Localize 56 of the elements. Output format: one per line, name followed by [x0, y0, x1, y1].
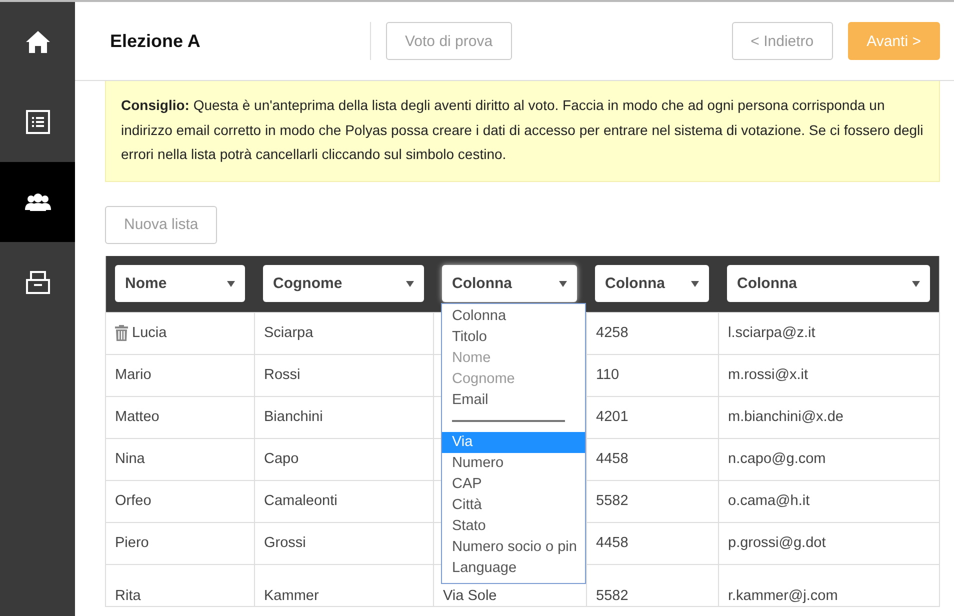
- table-cell: p.grossi@g.dot: [728, 535, 826, 551]
- dropdown-option[interactable]: Città: [442, 494, 585, 516]
- column-select[interactable]: Cognome: [263, 265, 424, 302]
- sidebar-item[interactable]: [0, 162, 75, 242]
- table-cell: m.rossi@x.it: [728, 367, 808, 383]
- list-icon: [26, 110, 50, 134]
- page-title: Elezione A: [110, 30, 202, 52]
- dropdown-option[interactable]: Numero: [442, 452, 585, 474]
- table-cell: Rita: [115, 588, 141, 604]
- table-cell: Lucia: [132, 325, 167, 341]
- table-cell: 4258: [596, 325, 628, 341]
- table-cell: m.bianchini@x.de: [728, 409, 844, 425]
- ballot-box-icon: [26, 270, 50, 294]
- people-icon: [24, 193, 50, 211]
- column-select[interactable]: Colonna: [727, 265, 930, 302]
- dropdown-option[interactable]: Numero socio o pin: [442, 536, 585, 558]
- caret-icon: [691, 280, 699, 286]
- dropdown-option[interactable]: Titolo: [442, 326, 585, 348]
- table-cell: 110: [596, 367, 620, 383]
- caret-icon: [912, 280, 920, 286]
- table-cell: 4458: [596, 451, 628, 467]
- table-cell: Kammer: [264, 588, 319, 604]
- column-select[interactable]: Nome: [115, 265, 245, 302]
- dropdown-option[interactable]: Language: [442, 558, 585, 578]
- table-cell: l.sciarpa@z.it: [728, 325, 816, 341]
- dropdown-option[interactable]: CAP: [442, 474, 585, 494]
- caret-icon: [227, 280, 235, 286]
- dropdown-option[interactable]: Stato: [442, 516, 585, 536]
- table-cell: Grossi: [264, 535, 306, 551]
- trash-icon[interactable]: [115, 325, 128, 341]
- caret-icon: [559, 280, 567, 286]
- caret-icon: [406, 280, 414, 286]
- table-cell: Nina: [115, 451, 145, 467]
- column-select[interactable]: Colonna: [595, 265, 709, 302]
- table-cell: Matteo: [115, 409, 160, 425]
- table-cell: Mario: [115, 367, 152, 383]
- table-cell: Piero: [115, 535, 149, 551]
- table-cell: 5582: [596, 588, 628, 604]
- column-select[interactable]: Colonna: [442, 265, 577, 302]
- table-cell: o.cama@h.it: [728, 493, 810, 509]
- table-cell: Sciarpa: [264, 325, 314, 341]
- home-icon: [24, 30, 50, 54]
- table-cell: Camaleonti: [264, 493, 338, 509]
- table-cell: r.kammer@j.com: [728, 588, 838, 604]
- table-cell: Bianchini: [264, 409, 323, 425]
- table-cell: Capo: [264, 451, 299, 467]
- table-cell: Via Sole: [443, 588, 497, 604]
- table-cell: Orfeo: [115, 493, 152, 509]
- table-cell: 5582: [596, 493, 628, 509]
- tip-notice: Consiglio: Questa è un'anteprima della lista degli aventi diritto al voto. Faccia in modo che ad ogni persona corrisponda un indirizzo email corretto in modo che Polyas possa creare i dati di accesso per entrare nel sistema di votazione. Se ci fossero degli errori nella lista potrà cancellarli cliccando sul simbolo cestino.: [105, 81, 940, 182]
- dropdown-option[interactable]: Colonna: [442, 306, 585, 326]
- table-cell: 4458: [596, 535, 628, 551]
- table-cell: Rossi: [264, 367, 300, 383]
- dropdown-option[interactable]: Email: [442, 390, 585, 410]
- table-cell: 4201: [596, 409, 628, 425]
- table-cell: n.capo@g.com: [728, 451, 826, 467]
